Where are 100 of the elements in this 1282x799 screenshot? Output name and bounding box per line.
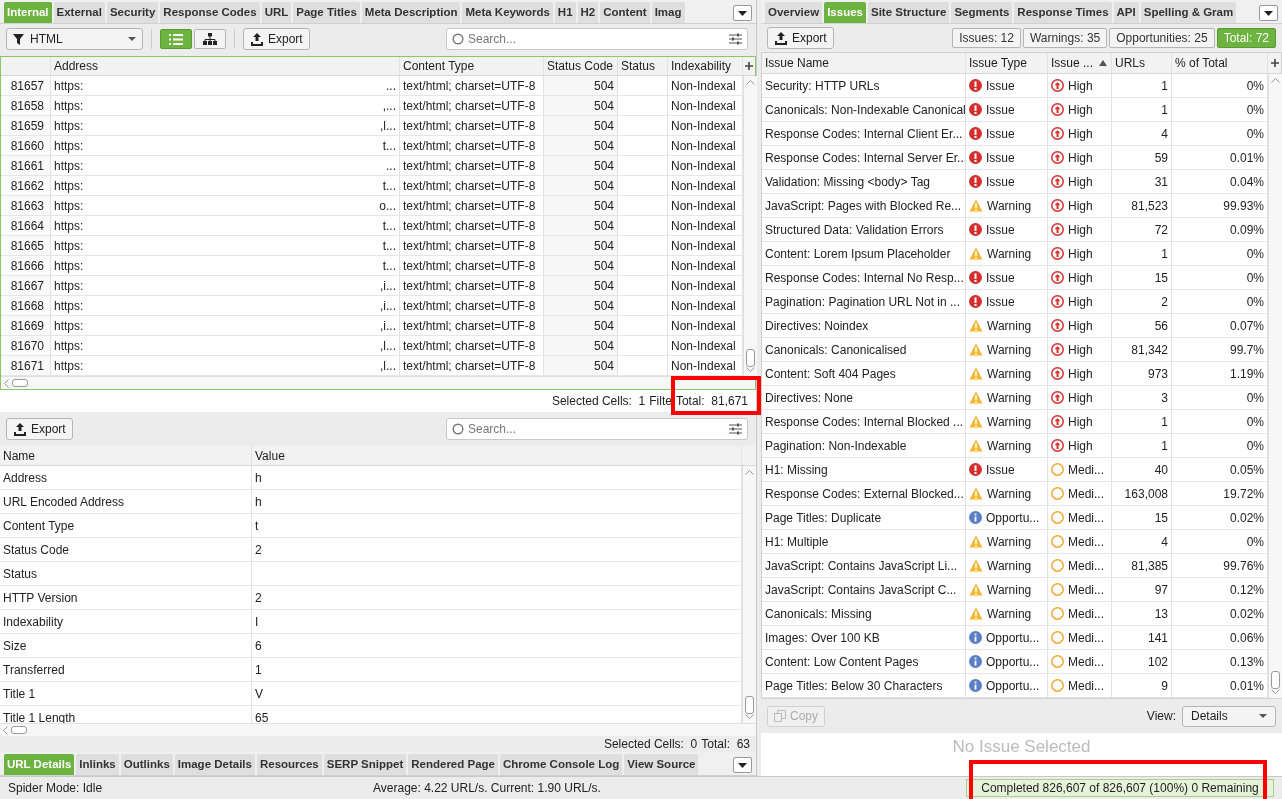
tab[interactable]: Content — [600, 2, 650, 23]
filter-toggle[interactable]: Warnings: 35 — [1022, 28, 1108, 48]
table-cell: 163,008 — [1112, 482, 1172, 505]
tab[interactable]: Resources — [256, 754, 322, 775]
tab[interactable]: Response Times — [1014, 2, 1112, 23]
tab[interactable]: Imag — [651, 2, 685, 23]
tab[interactable]: View Source — [624, 754, 699, 775]
tab[interactable]: SERP Snippet — [323, 754, 407, 775]
table-cell: 504 — [544, 76, 618, 95]
table-cell: 81,523 — [1112, 194, 1172, 217]
row-number: 81661 — [1, 156, 51, 175]
column-header[interactable]: Content Type — [400, 57, 544, 75]
filter-dropdown[interactable]: HTML — [6, 28, 143, 50]
search-field[interactable]: Search... — [446, 28, 748, 50]
tab[interactable]: Chrome Console Log — [499, 754, 623, 775]
crawl-progress: Completed 826,607 of 826,607 (100%) 0 Remaining — [966, 779, 1274, 797]
issue-name[interactable]: Pagination: Pagination URL Not in ... — [762, 290, 966, 313]
table-cell-text: t... — [382, 137, 396, 155]
issue-type: Issue — [986, 173, 1015, 191]
column-header[interactable]: Status — [618, 57, 668, 75]
issue-name[interactable]: JavaScript: Contains JavaScript Li... — [762, 554, 966, 577]
tab[interactable]: Page Titles — [293, 2, 360, 23]
issue-name[interactable]: Content: Lorem Ipsum Placeholder — [762, 242, 966, 265]
table-cell-text: https: — [54, 197, 84, 215]
issue-name[interactable]: JavaScript: Contains JavaScript C... — [762, 578, 966, 601]
issue-name[interactable]: Images: Over 100 KB — [762, 626, 966, 649]
tab[interactable]: Meta Keywords — [462, 2, 553, 23]
issue-name[interactable]: Structured Data: Validation Errors — [762, 218, 966, 241]
table-cell: 1 — [1112, 98, 1172, 121]
issue-name[interactable]: Canonicals: Missing — [762, 602, 966, 625]
issue-name[interactable]: Page Titles: Duplicate — [762, 506, 966, 529]
table-cell-text: t... — [382, 237, 396, 255]
issue-name[interactable]: Pagination: Non-Indexable — [762, 434, 966, 457]
search-field[interactable]: Search... — [446, 418, 748, 440]
table-cell-text: o... — [379, 197, 396, 215]
filter-toggle[interactable]: Issues: 12 — [952, 28, 1021, 48]
column-header[interactable]: Issue Name — [762, 53, 966, 73]
issue-type: Warning — [987, 365, 1032, 383]
column-header[interactable]: Issue ... — [1048, 53, 1112, 73]
tab[interactable]: Overview — [765, 2, 823, 23]
issue-name[interactable]: Canonicals: Canonicalised — [762, 338, 966, 361]
issue-name[interactable]: Response Codes: Internal Client Er... — [762, 122, 966, 145]
issue-name[interactable]: Content: Low Content Pages — [762, 650, 966, 673]
issue-name[interactable]: Validation: Missing <body> Tag — [762, 170, 966, 193]
tab[interactable]: H2 — [577, 2, 599, 23]
table-cell-text: ,i... — [380, 297, 396, 315]
tab[interactable]: H1 — [554, 2, 576, 23]
issue-name[interactable]: Response Codes: External Blocked... — [762, 482, 966, 505]
tab[interactable]: URL — [261, 2, 292, 23]
issue-type: Issue — [986, 101, 1015, 119]
column-header[interactable]: URLs — [1112, 53, 1172, 73]
issue-name[interactable]: Security: HTTP URLs — [762, 74, 966, 97]
column-header[interactable]: Status Code — [544, 57, 618, 75]
filter-toggle[interactable]: Opportunities: 25 — [1109, 28, 1215, 48]
tab[interactable]: Inlinks — [76, 754, 119, 775]
tab[interactable]: Outlinks — [120, 754, 173, 775]
tab[interactable]: Spelling & Gram — [1140, 2, 1237, 23]
column-header[interactable]: Indexability — [668, 57, 743, 75]
issue-name[interactable]: Response Codes: Internal Blocked ... — [762, 410, 966, 433]
export-button[interactable]: Export — [6, 418, 73, 440]
tab[interactable]: Segments — [951, 2, 1013, 23]
issue-name[interactable]: H1: Multiple — [762, 530, 966, 553]
issue-type: Warning — [987, 245, 1032, 263]
tab[interactable]: Site Structure — [867, 2, 950, 23]
export-button[interactable]: Export — [767, 27, 834, 49]
issue-name[interactable]: Content: Soft 404 Pages — [762, 362, 966, 385]
view-dropdown[interactable]: Details — [1182, 705, 1276, 727]
column-header[interactable]: Address — [51, 57, 400, 75]
issue-name[interactable]: Response Codes: Internal No Resp... — [762, 266, 966, 289]
issue-name[interactable]: Page Titles: Below 30 Characters — [762, 674, 966, 697]
issue-type: Issue — [986, 221, 1015, 239]
tab[interactable]: Image Details — [174, 754, 255, 775]
column-header[interactable]: Name — [0, 446, 252, 465]
table-cell-text: https: — [54, 237, 84, 255]
tab[interactable]: Rendered Page — [408, 754, 498, 775]
table-cell: 1 — [1112, 74, 1172, 97]
column-header[interactable]: Value — [252, 446, 742, 465]
search-input[interactable]: Search... — [468, 30, 725, 48]
column-header[interactable]: % of Total — [1172, 53, 1268, 73]
issue-name[interactable]: Canonicals: Non-Indexable Canonical — [762, 98, 966, 121]
tab[interactable]: External — [53, 2, 105, 23]
issue-name[interactable]: Directives: Noindex — [762, 314, 966, 337]
search-input[interactable]: Search... — [468, 420, 725, 438]
issue-name[interactable]: H1: Missing — [762, 458, 966, 481]
property-name: HTTP Version — [0, 586, 252, 609]
table-cell: 15 — [1112, 266, 1172, 289]
issue-name[interactable]: JavaScript: Pages with Blocked Re... — [762, 194, 966, 217]
table-cell: 504 — [544, 216, 618, 235]
table-cell-text: https: — [54, 257, 84, 275]
table-cell-text: https: — [54, 77, 84, 95]
issue-priority: High — [1068, 173, 1093, 191]
tab[interactable]: API — [1113, 2, 1139, 23]
export-button[interactable]: Export — [243, 28, 310, 50]
issue-name[interactable]: Directives: None — [762, 386, 966, 409]
tab[interactable]: Meta Description — [361, 2, 461, 23]
table-cell: 504 — [544, 176, 618, 195]
tab[interactable]: Security — [106, 2, 159, 23]
tab[interactable]: Response Codes — [160, 2, 260, 23]
column-header[interactable]: Issue Type — [966, 53, 1048, 73]
table-cell-text: ... — [386, 77, 396, 95]
